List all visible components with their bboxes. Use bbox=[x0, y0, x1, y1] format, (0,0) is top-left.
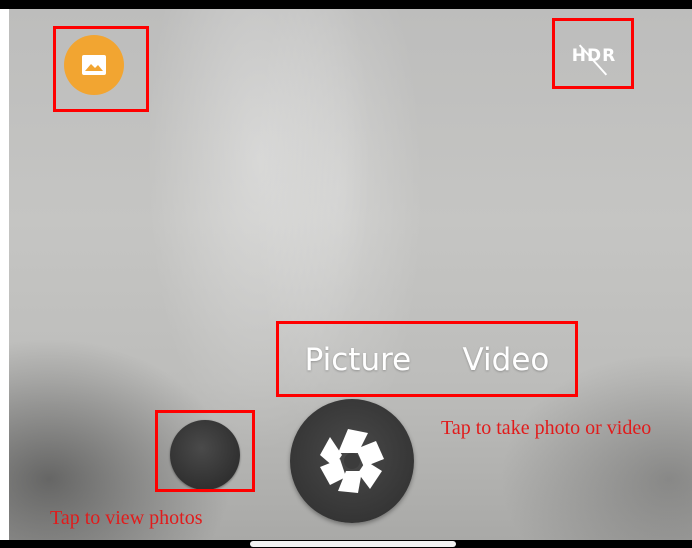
aperture-icon bbox=[316, 425, 388, 497]
highlight-modes bbox=[276, 321, 578, 397]
annotation-view-photos: Tap to view photos bbox=[50, 507, 203, 529]
annotation-take-photo: Tap to take photo or video bbox=[441, 417, 652, 439]
shutter-button[interactable] bbox=[290, 399, 414, 523]
highlight-hdr bbox=[552, 18, 634, 89]
highlight-gallery bbox=[53, 26, 149, 112]
camera-screen: HDR Picture Video Tap to take photo or v… bbox=[0, 0, 692, 548]
home-indicator[interactable] bbox=[250, 541, 456, 547]
highlight-thumbnail bbox=[155, 410, 255, 492]
top-frame bbox=[0, 0, 692, 9]
